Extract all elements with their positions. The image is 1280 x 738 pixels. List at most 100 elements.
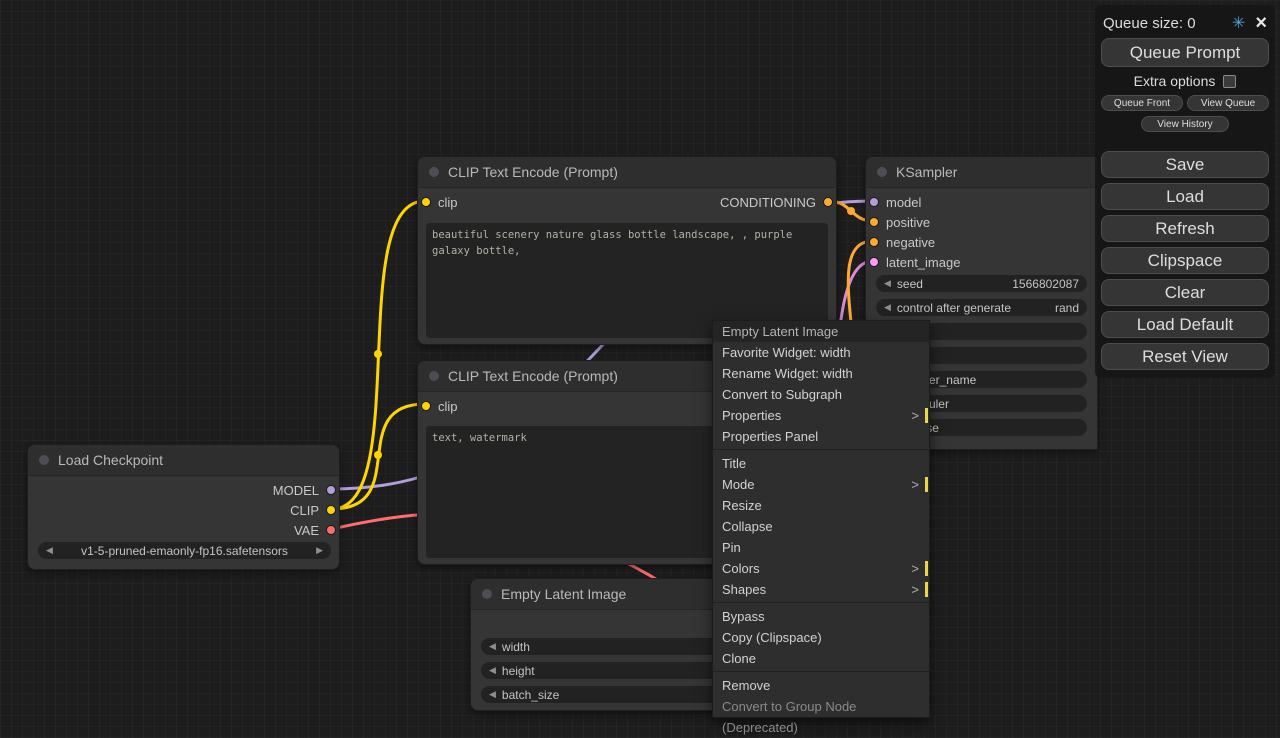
context-menu-item-convert-to-group-node[interactable]: Convert to Group Node (Deprecated) bbox=[713, 696, 929, 717]
submenu-highlight-bar bbox=[925, 561, 928, 576]
context-menu-item-rename-widget[interactable]: Rename Widget: width bbox=[713, 363, 929, 384]
model-slot-icon[interactable] bbox=[326, 485, 336, 495]
collapse-dot-icon[interactable] bbox=[877, 167, 887, 177]
submenu-highlight-bar bbox=[925, 408, 928, 423]
widget-label: width bbox=[502, 640, 530, 654]
input-slot-clip[interactable]: clip bbox=[421, 195, 458, 209]
extra-options-label: Extra options bbox=[1134, 73, 1216, 89]
refresh-button[interactable]: Refresh bbox=[1101, 215, 1269, 242]
slot-label: clip bbox=[438, 195, 458, 210]
widget-label: batch_size bbox=[502, 688, 559, 702]
slot-label: model bbox=[886, 195, 921, 210]
context-menu-item-resize[interactable]: Resize bbox=[713, 495, 929, 516]
wire-clip-to-positive-encoder bbox=[332, 201, 425, 509]
clipspace-button[interactable]: Clipspace bbox=[1101, 247, 1269, 274]
settings-gear-icon[interactable]: ✳ bbox=[1232, 13, 1245, 33]
view-history-button[interactable]: View History bbox=[1141, 116, 1229, 132]
context-menu-item-title[interactable]: Title bbox=[713, 453, 929, 474]
conditioning-slot-icon[interactable] bbox=[869, 237, 879, 247]
vae-slot-icon[interactable] bbox=[326, 525, 336, 535]
slot-label: MODEL bbox=[273, 483, 319, 498]
context-menu-item-properties[interactable]: Properties > bbox=[713, 405, 929, 426]
output-slot-clip[interactable]: CLIP bbox=[290, 503, 336, 517]
queue-front-button[interactable]: Queue Front bbox=[1101, 95, 1183, 111]
node-title-bar[interactable]: Load Checkpoint bbox=[28, 445, 339, 476]
comfy-menu-panel: Queue size: 0 ✳ × Queue Prompt Extra opt… bbox=[1095, 5, 1275, 378]
wire-clip-to-negative-encoder bbox=[332, 404, 425, 509]
save-button[interactable]: Save bbox=[1101, 151, 1269, 178]
context-menu-item-bypass[interactable]: Bypass bbox=[713, 606, 929, 627]
input-slot-latent-image[interactable]: latent_image bbox=[869, 255, 960, 269]
slot-label: latent_image bbox=[886, 255, 960, 270]
node-title-bar[interactable]: KSampler bbox=[866, 157, 1097, 188]
load-button[interactable]: Load bbox=[1101, 183, 1269, 210]
context-menu-item-clone[interactable]: Clone bbox=[713, 648, 929, 669]
widget-label: height bbox=[502, 664, 535, 678]
extra-options-checkbox[interactable] bbox=[1223, 75, 1236, 88]
widget-value: 1566802087 bbox=[1012, 277, 1079, 291]
slot-label: VAE bbox=[294, 523, 319, 538]
close-panel-icon[interactable]: × bbox=[1255, 16, 1267, 30]
context-menu-item-copy-clipspace[interactable]: Copy (Clipspace) bbox=[713, 627, 929, 648]
context-menu-item-favorite-widget[interactable]: Favorite Widget: width bbox=[713, 342, 929, 363]
decrement-arrow-icon[interactable]: ◀ bbox=[489, 642, 496, 651]
output-slot-model[interactable]: MODEL bbox=[273, 483, 336, 497]
conditioning-slot-icon[interactable] bbox=[823, 197, 833, 207]
context-menu-item-colors[interactable]: Colors > bbox=[713, 558, 929, 579]
context-menu-item-convert-to-subgraph[interactable]: Convert to Subgraph bbox=[713, 384, 929, 405]
clear-button[interactable]: Clear bbox=[1101, 279, 1269, 306]
context-menu-item-mode[interactable]: Mode > bbox=[713, 474, 929, 495]
context-menu-item-label: Mode bbox=[722, 477, 755, 492]
context-menu-item-properties-panel[interactable]: Properties Panel bbox=[713, 426, 929, 447]
collapse-dot-icon[interactable] bbox=[429, 167, 439, 177]
increment-arrow-icon[interactable]: ▶ bbox=[316, 546, 323, 555]
decrement-arrow-icon[interactable]: ◀ bbox=[46, 546, 53, 555]
queue-size-label: Queue size: 0 bbox=[1103, 15, 1196, 32]
decrement-arrow-icon[interactable]: ◀ bbox=[884, 303, 891, 312]
output-slot-conditioning[interactable]: CONDITIONING bbox=[720, 195, 833, 209]
latent-slot-icon[interactable] bbox=[869, 257, 879, 267]
input-slot-negative[interactable]: negative bbox=[869, 235, 935, 249]
model-slot-icon[interactable] bbox=[869, 197, 879, 207]
input-slot-positive[interactable]: positive bbox=[869, 215, 930, 229]
conditioning-slot-icon[interactable] bbox=[869, 217, 879, 227]
decrement-arrow-icon[interactable]: ◀ bbox=[489, 690, 496, 699]
collapse-dot-icon[interactable] bbox=[482, 589, 492, 599]
queue-prompt-button[interactable]: Queue Prompt bbox=[1101, 38, 1269, 67]
clip-slot-icon[interactable] bbox=[421, 401, 431, 411]
reset-view-button[interactable]: Reset View bbox=[1101, 343, 1269, 370]
decrement-arrow-icon[interactable]: ◀ bbox=[489, 666, 496, 675]
decrement-arrow-icon[interactable]: ◀ bbox=[884, 279, 891, 288]
ckpt-name-widget[interactable]: ◀ v1-5-pruned-emaonly-fp16.safetensors ▶ bbox=[38, 542, 331, 559]
node-clip-text-encode-positive[interactable]: CLIP Text Encode (Prompt) clip CONDITION… bbox=[417, 156, 837, 345]
load-default-button[interactable]: Load Default bbox=[1101, 311, 1269, 338]
node-load-checkpoint[interactable]: Load Checkpoint MODEL CLIP VAE ◀ v1-5-pr… bbox=[27, 444, 340, 570]
context-menu-item-label: Colors bbox=[722, 561, 760, 576]
seed-widget[interactable]: ◀ seed 1566802087 bbox=[876, 275, 1087, 292]
context-menu-item-remove[interactable]: Remove bbox=[713, 675, 929, 696]
submenu-arrow-icon: > bbox=[911, 558, 919, 579]
link-dot bbox=[847, 207, 855, 215]
widget-label: control after generate bbox=[897, 301, 1011, 315]
collapse-dot-icon[interactable] bbox=[39, 455, 49, 465]
submenu-highlight-bar bbox=[925, 477, 928, 492]
clip-slot-icon[interactable] bbox=[421, 197, 431, 207]
input-slot-model[interactable]: model bbox=[869, 195, 921, 209]
output-slot-vae[interactable]: VAE bbox=[294, 523, 336, 537]
context-menu-item-collapse[interactable]: Collapse bbox=[713, 516, 929, 537]
context-menu-item-label: Shapes bbox=[722, 582, 766, 597]
slot-label: negative bbox=[886, 235, 935, 250]
view-queue-button[interactable]: View Queue bbox=[1187, 95, 1269, 111]
input-slot-clip[interactable]: clip bbox=[421, 399, 458, 413]
slot-label: positive bbox=[886, 215, 930, 230]
submenu-arrow-icon: > bbox=[911, 579, 919, 600]
submenu-arrow-icon: > bbox=[911, 405, 919, 426]
node-title-bar[interactable]: CLIP Text Encode (Prompt) bbox=[418, 157, 836, 188]
slot-label: CONDITIONING bbox=[720, 195, 816, 210]
collapse-dot-icon[interactable] bbox=[429, 371, 439, 381]
control-after-generate-widget[interactable]: ◀ control after generate rand bbox=[876, 299, 1087, 316]
context-menu-item-pin[interactable]: Pin bbox=[713, 537, 929, 558]
context-menu-header: Empty Latent Image bbox=[713, 321, 929, 342]
clip-slot-icon[interactable] bbox=[326, 505, 336, 515]
context-menu-item-shapes[interactable]: Shapes > bbox=[713, 579, 929, 600]
